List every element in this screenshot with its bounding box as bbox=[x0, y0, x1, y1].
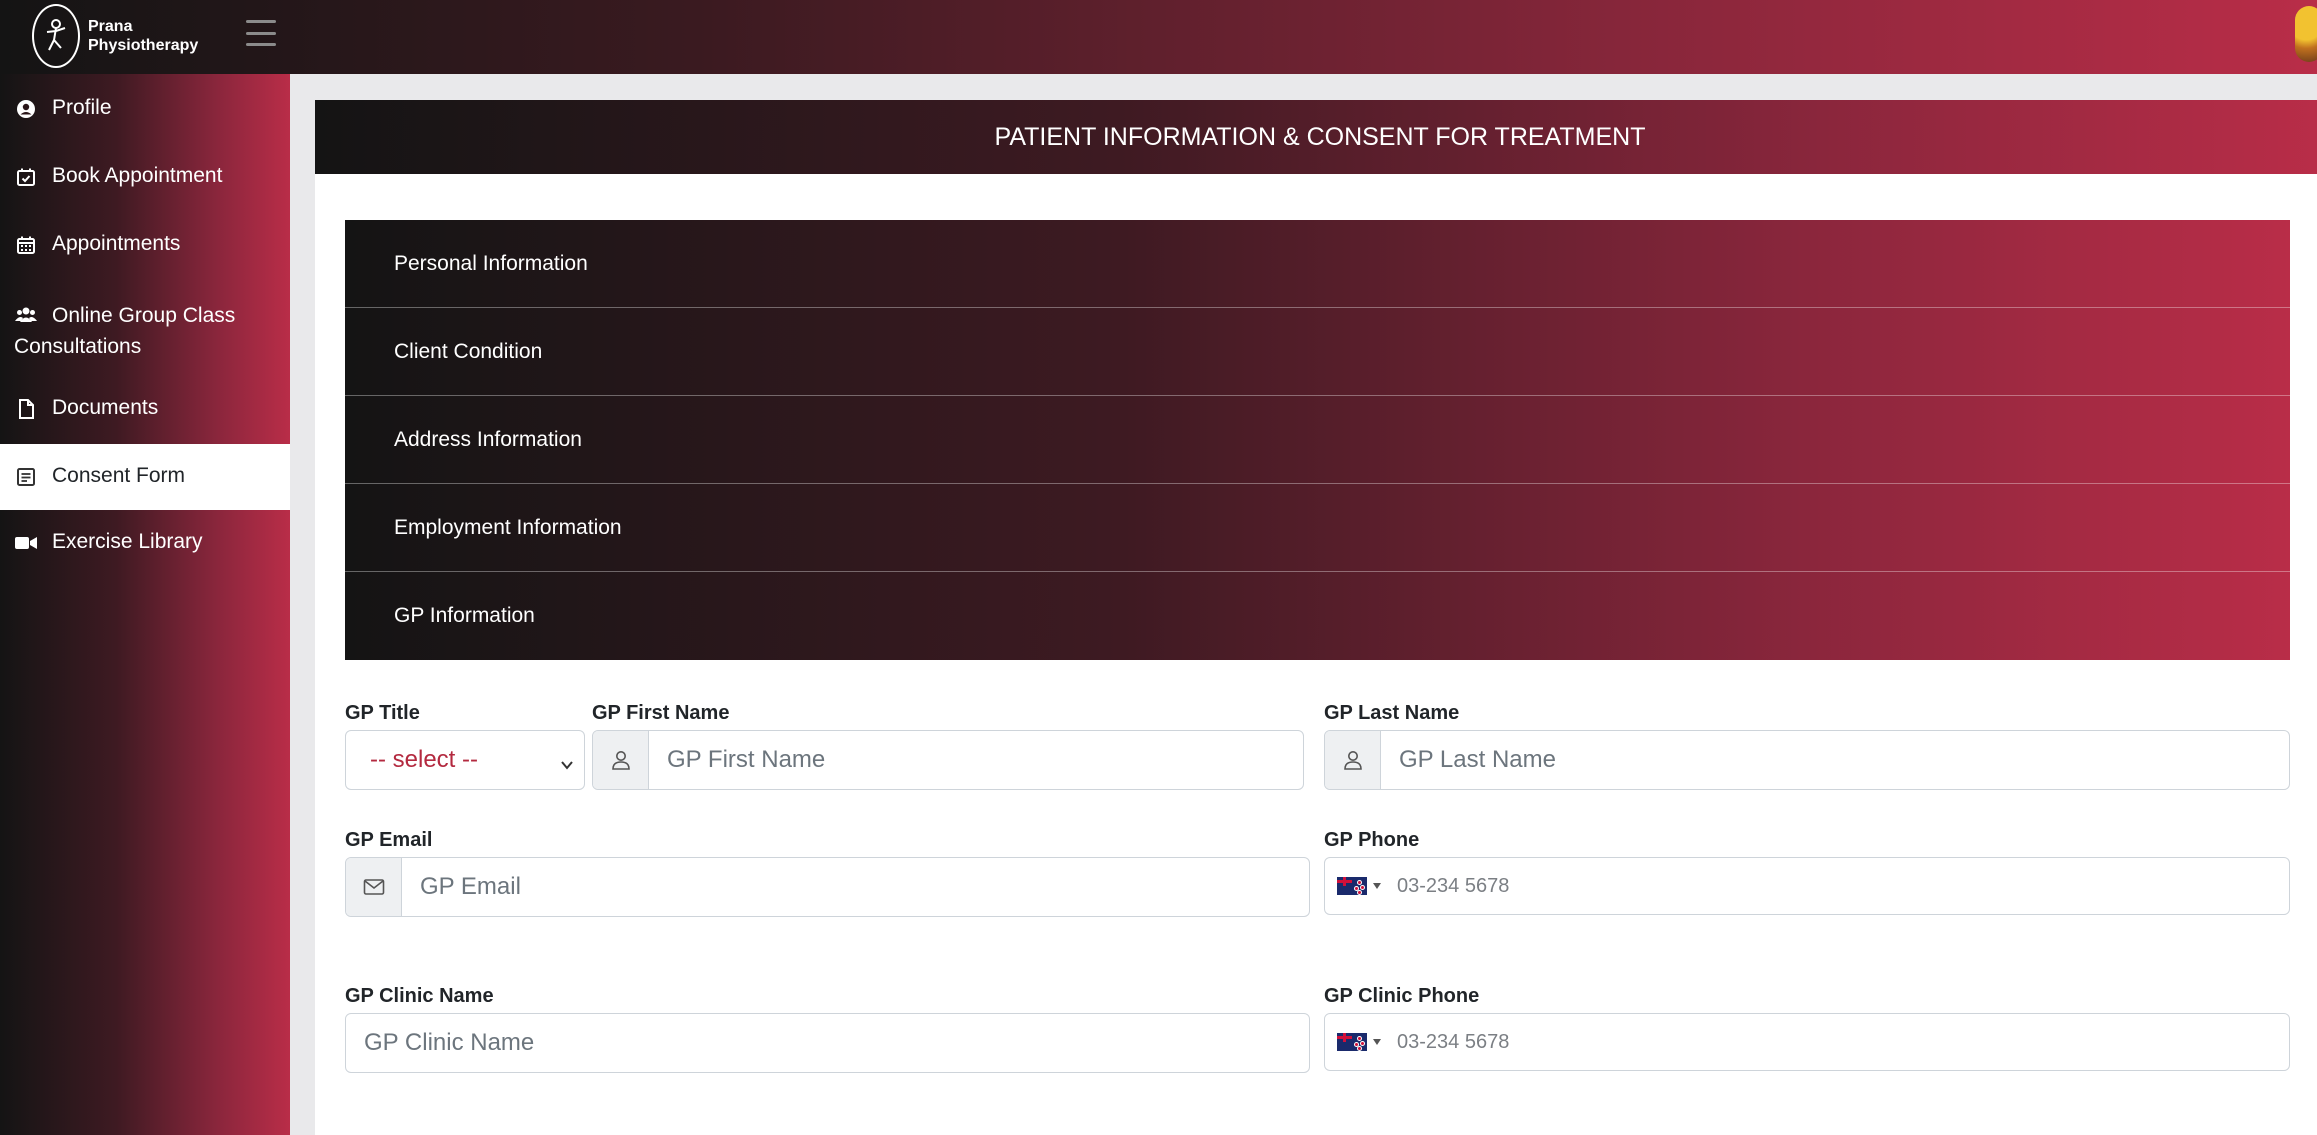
video-icon bbox=[14, 531, 38, 555]
sidebar-item-label: Profile bbox=[52, 96, 112, 119]
page-title-text: PATIENT INFORMATION & CONSENT FOR TREATM… bbox=[994, 122, 1646, 151]
gp-first-name-field bbox=[592, 730, 1304, 790]
accordion-address-information[interactable]: Address Information bbox=[345, 396, 2290, 484]
page-title: PATIENT INFORMATION & CONSENT FOR TREATM… bbox=[315, 100, 2317, 174]
gp-email-field bbox=[345, 857, 1310, 917]
country-dropdown-caret-icon[interactable] bbox=[1373, 883, 1381, 889]
form-icon bbox=[14, 465, 38, 489]
user-avatar[interactable] bbox=[2295, 6, 2317, 62]
brand-name: Prana Physiotherapy bbox=[88, 17, 198, 55]
form-accordion: Personal Information Client Condition Ad… bbox=[345, 220, 2290, 660]
accordion-client-condition[interactable]: Client Condition bbox=[345, 308, 2290, 396]
nz-flag-icon[interactable] bbox=[1337, 877, 1367, 895]
sidebar-item-label: Consent Form bbox=[52, 464, 186, 487]
gp-clinic-phone-label: GP Clinic Phone bbox=[1324, 985, 1480, 1007]
sidebar-item-label: Exercise Library bbox=[52, 530, 203, 553]
gp-email-label: GP Email bbox=[345, 829, 433, 851]
gp-clinic-name-label: GP Clinic Name bbox=[345, 985, 494, 1007]
sidebar-item-consent-form[interactable]: Consent Form bbox=[0, 444, 290, 510]
brand-line-2: Physiotherapy bbox=[88, 37, 199, 54]
gp-title-label: GP Title bbox=[345, 702, 420, 724]
chevron-down-icon bbox=[560, 751, 574, 779]
accordion-personal-information[interactable]: Personal Information bbox=[345, 220, 2290, 308]
top-navbar: Prana Physiotherapy bbox=[0, 0, 2317, 74]
gp-first-name-input[interactable] bbox=[649, 731, 1303, 789]
sidebar-item-profile[interactable]: Profile bbox=[0, 74, 290, 142]
sidebar-item-online-group-class[interactable]: Online Group Class Consultations bbox=[0, 278, 290, 376]
file-icon bbox=[14, 397, 38, 421]
sidebar-item-label: Book Appointment bbox=[52, 164, 223, 187]
user-circle-icon bbox=[14, 97, 38, 121]
brand-line-1: Prana bbox=[88, 18, 133, 35]
accordion-gp-information[interactable]: GP Information bbox=[345, 572, 2290, 660]
brand-logo[interactable]: Prana Physiotherapy bbox=[32, 4, 198, 68]
users-icon bbox=[14, 303, 38, 327]
gp-phone-field bbox=[1324, 857, 2290, 915]
calendar-check-icon bbox=[14, 165, 38, 189]
sidebar-item-appointments[interactable]: Appointments bbox=[0, 210, 290, 278]
menu-toggle-icon[interactable] bbox=[246, 20, 276, 46]
gp-clinic-name-field bbox=[345, 1013, 1310, 1073]
sidebar-item-exercise-library[interactable]: Exercise Library bbox=[0, 510, 290, 578]
gp-phone-label: GP Phone bbox=[1324, 829, 1420, 851]
gp-phone-input[interactable] bbox=[1381, 874, 2289, 898]
gp-first-name-label: GP First Name bbox=[592, 702, 730, 724]
sidebar-item-book-appointment[interactable]: Book Appointment bbox=[0, 142, 290, 210]
calendar-icon bbox=[14, 233, 38, 257]
gp-clinic-name-input[interactable] bbox=[346, 1014, 1309, 1072]
nz-flag-icon[interactable] bbox=[1337, 1033, 1367, 1051]
accordion-employment-information[interactable]: Employment Information bbox=[345, 484, 2290, 572]
consent-form-panel: PATIENT INFORMATION & CONSENT FOR TREATM… bbox=[315, 100, 2317, 1135]
sidebar-item-label: Online Group Class Consultations bbox=[14, 304, 236, 358]
gp-email-input[interactable] bbox=[402, 858, 1309, 916]
gp-last-name-input[interactable] bbox=[1381, 731, 2289, 789]
user-icon bbox=[593, 731, 649, 789]
logo-emblem-icon bbox=[32, 4, 80, 68]
accordion-label: Client Condition bbox=[394, 339, 543, 363]
gp-last-name-label: GP Last Name bbox=[1324, 702, 1460, 724]
accordion-label: Personal Information bbox=[394, 251, 588, 275]
gp-title-value: -- select -- bbox=[370, 746, 478, 773]
gp-last-name-field bbox=[1324, 730, 2290, 790]
sidebar-item-documents[interactable]: Documents bbox=[0, 376, 290, 444]
accordion-label: GP Information bbox=[394, 604, 535, 627]
user-icon bbox=[1325, 731, 1381, 789]
sidebar-item-label: Documents bbox=[52, 396, 159, 419]
sidebar-item-label: Appointments bbox=[52, 232, 181, 255]
sidebar: Profile Book Appointment Appointments On… bbox=[0, 74, 290, 1135]
accordion-label: Address Information bbox=[394, 427, 582, 451]
gp-clinic-phone-input[interactable] bbox=[1381, 1030, 2289, 1054]
accordion-label: Employment Information bbox=[394, 515, 622, 539]
envelope-icon bbox=[346, 858, 402, 916]
country-dropdown-caret-icon[interactable] bbox=[1373, 1039, 1381, 1045]
gp-title-select[interactable]: -- select -- bbox=[345, 730, 585, 790]
gp-clinic-phone-field bbox=[1324, 1013, 2290, 1071]
